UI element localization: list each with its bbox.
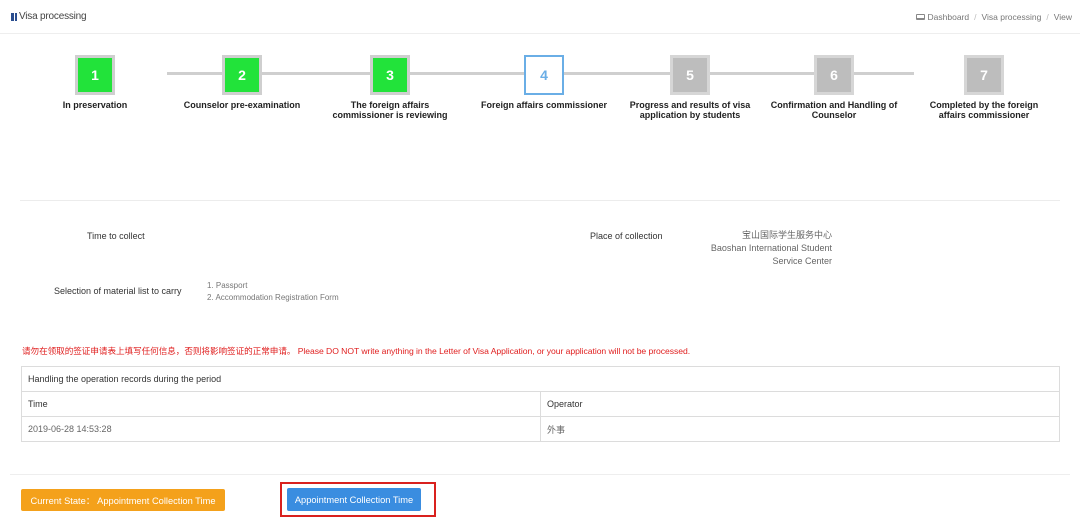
- breadcrumb-separator: /: [974, 12, 977, 22]
- operation-records-table: Handling the operation records during th…: [21, 366, 1060, 442]
- materials-item: 1. Passport: [207, 281, 248, 290]
- top-bar: Visa processing Dashboard / Visa process…: [0, 0, 1080, 34]
- breadcrumb-view: View: [1053, 12, 1072, 22]
- breadcrumb-dashboard[interactable]: Dashboard: [928, 12, 970, 22]
- record-time-cell: 2019-06-28 14:53:28: [21, 416, 541, 442]
- step-5-number: 5: [670, 55, 710, 95]
- appointment-collection-time-button[interactable]: Appointment Collection Time: [287, 488, 421, 511]
- records-caption: Handling the operation records during th…: [21, 366, 1060, 392]
- step-4-number: 4: [524, 55, 564, 95]
- footer-divider: [10, 474, 1070, 475]
- step-6-number: 6: [814, 55, 854, 95]
- section-divider: [20, 200, 1060, 201]
- step-2: 2 Counselor pre-examination: [172, 55, 312, 111]
- step-7-number: 7: [964, 55, 1004, 95]
- laptop-icon: [915, 14, 925, 20]
- menu-icon[interactable]: [11, 12, 17, 21]
- step-1-label: In preservation: [62, 100, 128, 110]
- column-header-time: Time: [21, 391, 541, 417]
- place-value-chinese: 宝山国际学生服务中心: [741, 230, 832, 240]
- place-of-collection-label: Place of collection: [590, 231, 663, 241]
- current-state-button[interactable]: Current State： Appointment Collection Ti…: [21, 489, 225, 511]
- breadcrumb-separator: /: [1046, 12, 1049, 22]
- step-1: 1 In preservation: [25, 55, 165, 111]
- step-2-number: 2: [222, 55, 262, 95]
- record-operator-cell: 外事: [540, 416, 1060, 442]
- breadcrumb: Dashboard / Visa processing / View: [915, 12, 1072, 22]
- time-to-collect-label: Time to collect: [87, 231, 145, 241]
- step-3-number: 3: [370, 55, 410, 95]
- step-3: 3 The foreign affairs commissioner is re…: [320, 55, 460, 120]
- place-of-collection-value: 宝山国际学生服务中心 Baoshan International Student…: [711, 229, 832, 268]
- step-4-label: Foreign affairs commissioner: [480, 100, 608, 110]
- step-2-label: Counselor pre-examination: [183, 100, 301, 110]
- step-1-number: 1: [75, 55, 115, 95]
- materials-list: 1. Passport 2. Accommodation Registratio…: [207, 280, 339, 304]
- step-4: 4 Foreign affairs commissioner: [474, 55, 614, 111]
- column-header-operator: Operator: [540, 391, 1060, 417]
- step-3-label: The foreign affairs commissioner is revi…: [332, 100, 448, 120]
- breadcrumb-visa-processing[interactable]: Visa processing: [981, 12, 1041, 22]
- step-7-label: Completed by the foreign affairs commiss…: [929, 100, 1039, 120]
- place-value-english-line-1: Baoshan International Student: [710, 243, 832, 253]
- step-5-label: Progress and results of visa application…: [629, 100, 751, 120]
- materials-item: 2. Accommodation Registration Form: [207, 293, 339, 302]
- table-row: 2019-06-28 14:53:28 外事: [21, 416, 1060, 442]
- page-title: Visa processing: [11, 11, 87, 22]
- warning-message: 请勿在领取的签证申请表上填写任何信息，否则将影响签证的正常申请。 Please …: [22, 346, 691, 356]
- materials-label: Selection of material list to carry: [54, 286, 182, 296]
- place-value-english-line-2: Service Center: [772, 256, 832, 266]
- step-6: 6 Confirmation and Handling of Counselor: [764, 55, 904, 120]
- step-7: 7 Completed by the foreign affairs commi…: [914, 55, 1054, 120]
- page-title-text: Visa processing: [19, 11, 87, 22]
- step-6-label: Confirmation and Handling of Counselor: [770, 100, 898, 120]
- step-5: 5 Progress and results of visa applicati…: [620, 55, 760, 120]
